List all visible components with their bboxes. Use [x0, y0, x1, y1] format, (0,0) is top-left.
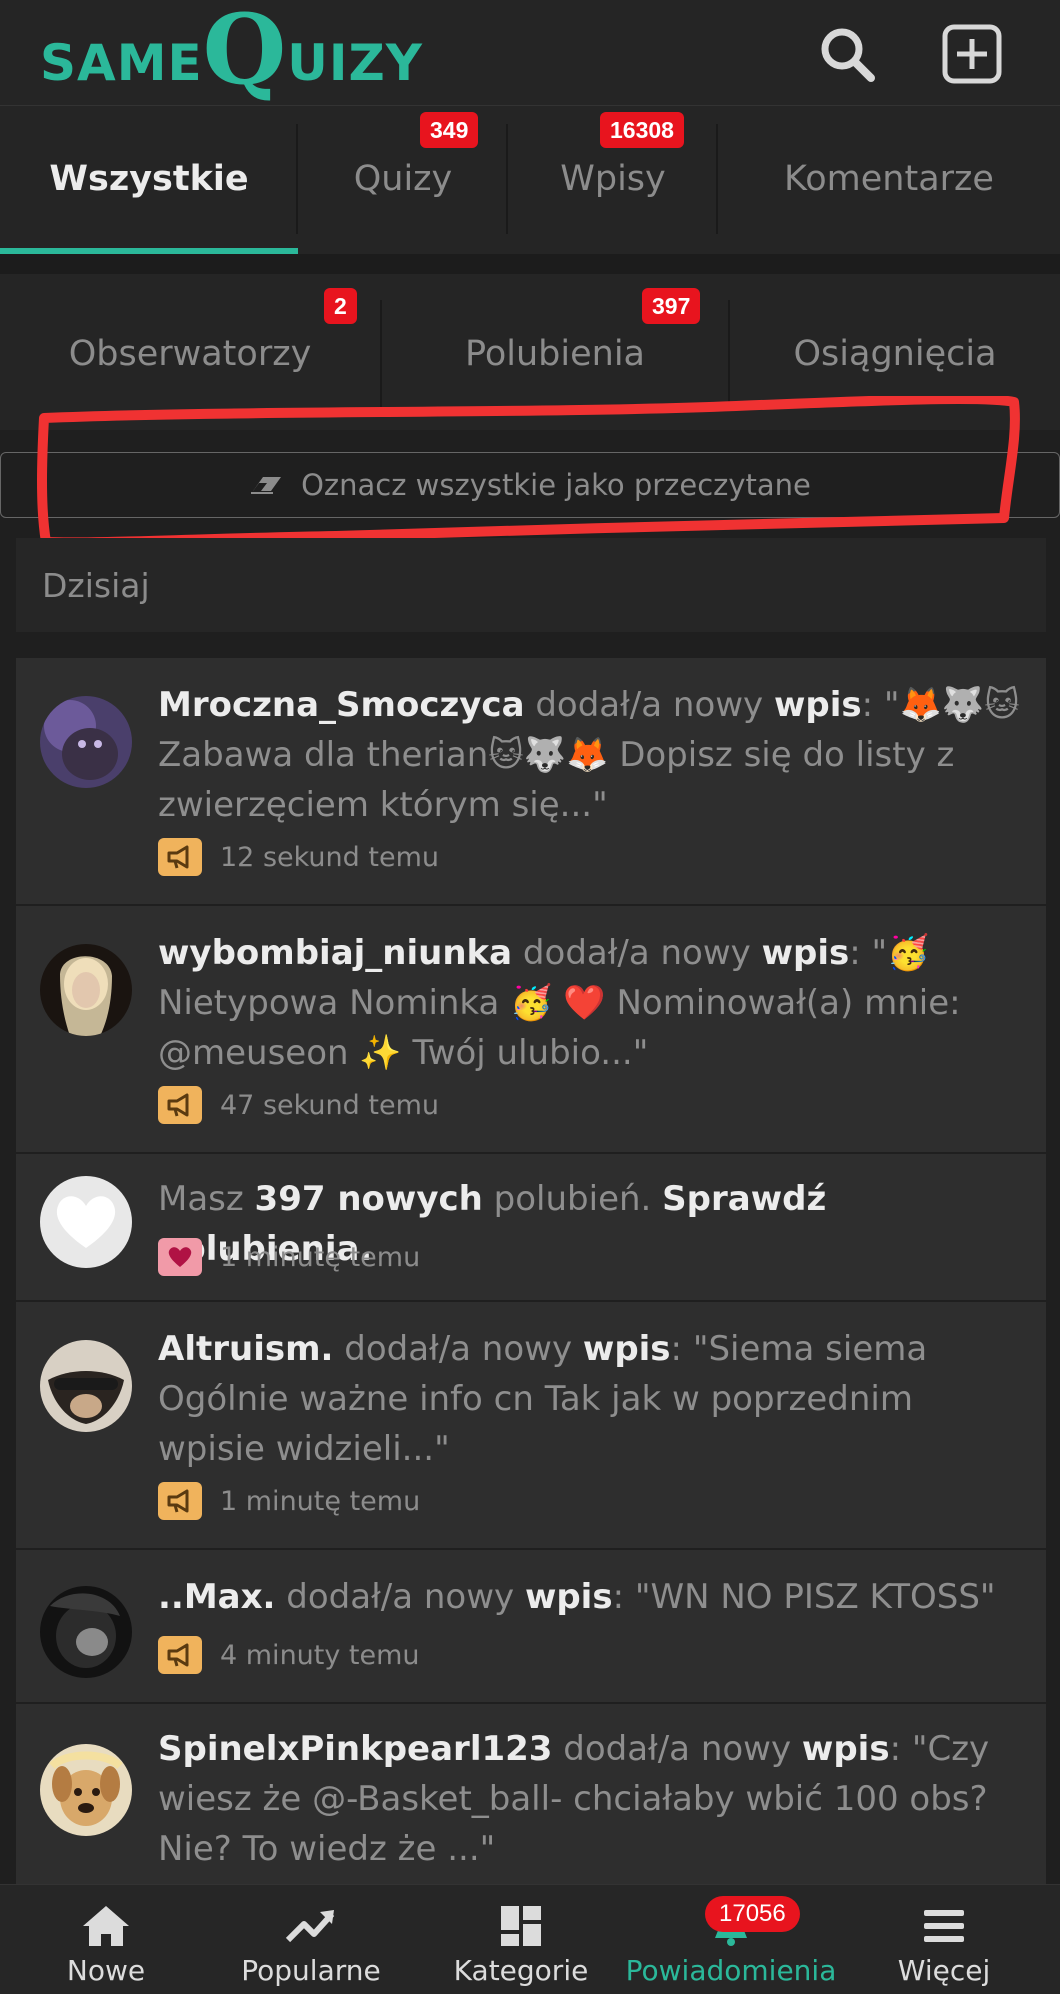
username[interactable]: ..Max.: [158, 1577, 275, 1617]
avatar[interactable]: [40, 1586, 132, 1678]
list-item[interactable]: SpinelxPinkpearl123 dodał/a nowy wpis: "…: [16, 1704, 1046, 1904]
username[interactable]: Mroczna_Smoczyca: [158, 685, 525, 725]
notification-text: Altruism. dodał/a nowy wpis: "Siema siem…: [158, 1329, 928, 1469]
list-item[interactable]: Masz 397 nowych polubień. Sprawdź polubi…: [16, 1154, 1046, 1302]
notification-meta: 1 minutę temu: [158, 1238, 420, 1276]
trending-icon: [285, 1910, 335, 1943]
obserwatorzy-badge: 2: [324, 288, 357, 324]
search-icon[interactable]: [815, 22, 879, 86]
megaphone-icon: [158, 838, 202, 876]
home-icon: [83, 1906, 129, 1946]
notification-text: wybombiaj_niunka dodał/a nowy wpis: "🥳 N…: [158, 933, 961, 1073]
nav-kategorie[interactable]: Kategorie: [415, 1885, 627, 1994]
avatar[interactable]: [40, 696, 132, 788]
notification-meta: 47 sekund temu: [158, 1086, 439, 1124]
avatar[interactable]: [40, 944, 132, 1036]
tab-komentarze[interactable]: Komentarze: [718, 106, 1060, 252]
notification-text: ..Max. dodał/a nowy wpis: "WN NO PISZ KT…: [158, 1577, 996, 1617]
nav-nowe[interactable]: Nowe: [0, 1885, 212, 1994]
add-post-icon[interactable]: [940, 22, 1004, 86]
primary-tabs: Wszystkie Quizy Wpisy Komentarze 349 163…: [0, 106, 1060, 254]
megaphone-icon: [158, 1086, 202, 1124]
polubienia-badge: 397: [642, 288, 701, 324]
nav-wiecej[interactable]: Więcej: [838, 1885, 1050, 1994]
notification-list: Mroczna_Smoczyca dodał/a nowy wpis: "🦊🐺🐱…: [16, 658, 1046, 1904]
heart-avatar: [40, 1176, 132, 1268]
samequizy-logo[interactable]: SAME Q UIZY: [40, 2, 423, 100]
notification-meta: 12 sekund temu: [158, 838, 439, 876]
tab-wszystkie[interactable]: Wszystkie: [0, 106, 298, 252]
menu-icon: [924, 1910, 964, 1942]
wpisy-badge: 16308: [600, 112, 684, 148]
list-item[interactable]: wybombiaj_niunka dodał/a nowy wpis: "🥳 N…: [16, 906, 1046, 1154]
notification-meta: 4 minuty temu: [158, 1636, 420, 1674]
notification-text: SpinelxPinkpearl123 dodał/a nowy wpis: "…: [158, 1729, 990, 1869]
nav-popularne[interactable]: Popularne: [205, 1885, 417, 1994]
notification-meta: 1 minutę temu: [158, 1482, 420, 1520]
notification-text: Mroczna_Smoczyca dodał/a nowy wpis: "🦊🐺🐱…: [158, 685, 1020, 825]
red-highlight-annotation: [37, 396, 1020, 548]
username[interactable]: wybombiaj_niunka: [158, 933, 512, 973]
quizy-badge: 349: [420, 112, 479, 148]
notifications-count-badge: 17056: [705, 1896, 800, 1932]
list-item[interactable]: Altruism. dodał/a nowy wpis: "Siema siem…: [16, 1302, 1046, 1550]
megaphone-icon: [158, 1636, 202, 1674]
avatar[interactable]: [40, 1744, 132, 1836]
section-header-today: Dzisiaj: [16, 538, 1046, 632]
avatar[interactable]: [40, 1340, 132, 1432]
grid-icon: [501, 1906, 541, 1946]
top-app-bar: SAME Q UIZY: [0, 0, 1060, 106]
username[interactable]: Altruism.: [158, 1329, 333, 1369]
megaphone-icon: [158, 1482, 202, 1520]
list-item[interactable]: Mroczna_Smoczyca dodał/a nowy wpis: "🦊🐺🐱…: [16, 658, 1046, 906]
bottom-navigation: Nowe Popularne Kategorie Powiadomienia W…: [0, 1884, 1060, 1994]
heart-icon: [158, 1238, 202, 1276]
username[interactable]: SpinelxPinkpearl123: [158, 1729, 552, 1769]
list-item[interactable]: ..Max. dodał/a nowy wpis: "WN NO PISZ KT…: [16, 1550, 1046, 1704]
